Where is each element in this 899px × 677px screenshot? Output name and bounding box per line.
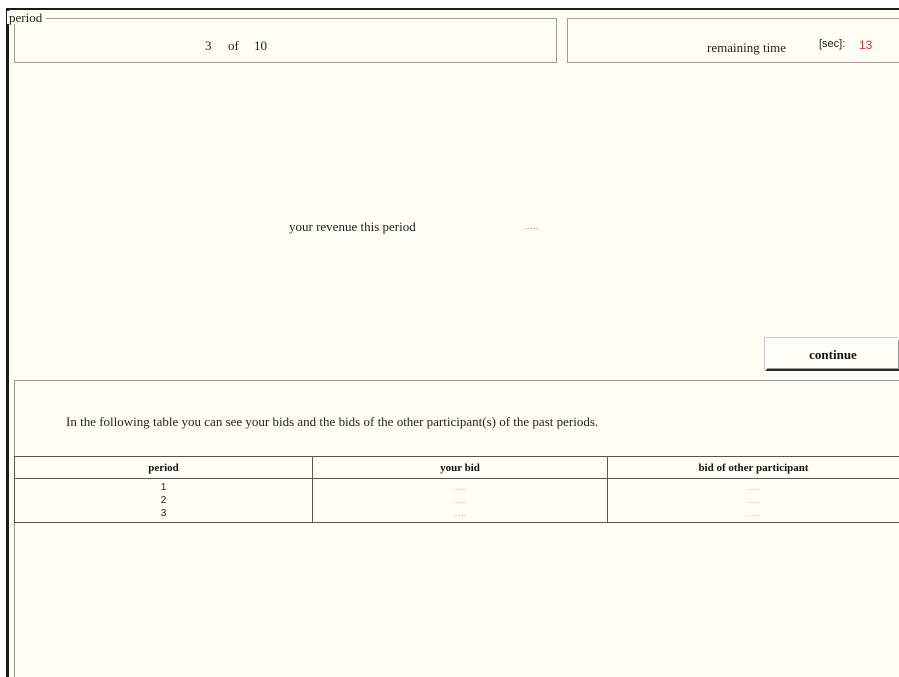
continue-button[interactable]: continue [765, 338, 899, 371]
revenue-label: your revenue this period [289, 219, 416, 234]
period-of-label: of [228, 38, 239, 53]
remaining-time-unit: [sec]: [819, 38, 846, 50]
history-info-text: In the following table you can see your … [66, 414, 599, 429]
column-header-period: period [14, 456, 313, 479]
column-header-other-bid: bid of other participant [607, 456, 899, 479]
revenue-value: ..... [524, 221, 540, 231]
period-group [14, 18, 557, 63]
column-header-your-bid: your bid [312, 456, 608, 479]
row-other-bid: ..... [607, 494, 899, 507]
table-row: 3 ..... ..... [14, 507, 899, 523]
table-row: 2 ..... ..... [14, 494, 899, 507]
table-header-row: period your bid bid of other participant [14, 456, 899, 479]
bid-history-table: period your bid bid of other participant… [14, 456, 899, 523]
total-periods: 10 [254, 38, 267, 53]
row-your-bid: ..... [312, 478, 608, 494]
experiment-window: period 3 of 10 remaining time [sec]: 1 3 … [0, 0, 899, 677]
window-left-border [6, 8, 9, 677]
row-your-bid: ..... [312, 507, 608, 523]
row-other-bid: ..... [607, 478, 899, 494]
row-period: 2 [14, 494, 313, 507]
row-period: 1 [14, 478, 313, 494]
remaining-time-label: remaining time [707, 40, 787, 55]
table-row: 1 ..... ..... [14, 478, 899, 494]
row-period: 3 [14, 507, 313, 523]
remaining-time-value: 13 [859, 38, 873, 52]
window-top-edge [0, 0, 899, 8]
period-legend: period [7, 11, 47, 24]
current-period: 3 [205, 38, 212, 53]
window-top-border [6, 8, 899, 10]
row-your-bid: ..... [312, 494, 608, 507]
row-other-bid: ..... [607, 507, 899, 523]
